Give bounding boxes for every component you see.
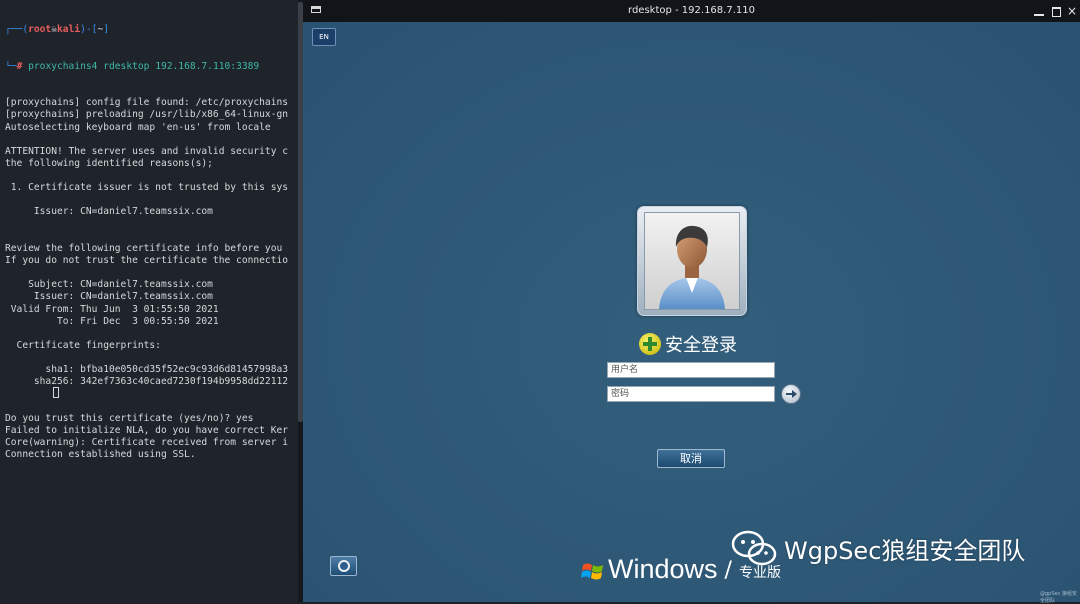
terminal-cursor: [53, 387, 59, 398]
submit-arrow-button[interactable]: [781, 384, 801, 404]
windows-wordmark: Windows: [608, 554, 718, 584]
ease-of-access-button[interactable]: [330, 556, 357, 576]
window-title: rdesktop - 192.168.7.110: [628, 5, 755, 16]
windows-logo-icon: [581, 563, 603, 580]
terminal-line: [proxychains] preloading /usr/lib/x86_64…: [5, 109, 289, 121]
terminal-line: Issuer: CN=daniel7.teamssix.com: [5, 206, 213, 218]
terminal-line: If you do not trust the certificate the …: [5, 255, 289, 267]
terminal-line: Subject: CN=daniel7.teamssix.com: [5, 279, 213, 291]
window-titlebar[interactable]: rdesktop - 192.168.7.110 ×: [303, 0, 1080, 22]
arrow-right-icon: [786, 390, 797, 398]
watermark: WgpSec狼组安全团队: [730, 528, 1025, 568]
terminal-line: To: Fri Dec 3 00:55:50 2021: [5, 315, 219, 327]
maximize-button[interactable]: [1050, 5, 1062, 17]
rdesktop-window[interactable]: rdesktop - 192.168.7.110 × EN 安全登录 用户名 取…: [303, 0, 1080, 602]
ease-of-access-icon: [338, 560, 350, 572]
terminal-command-line: └─# proxychains4 rdesktop 192.168.7.110:…: [5, 60, 260, 72]
terminal-line: ATTENTION! The server uses and invalid s…: [5, 145, 289, 157]
terminal-line: Issuer: CN=daniel7.teamssix.com: [5, 291, 213, 303]
terminal-line: [proxychains] config file found: /etc/pr…: [5, 97, 289, 109]
terminal-line: Core(warning): Certificate received from…: [5, 437, 289, 449]
terminal-line: Valid From: Thu Jun 3 01:55:50 2021: [5, 303, 219, 315]
close-button[interactable]: ×: [1066, 5, 1078, 17]
username-field[interactable]: [607, 362, 775, 378]
prompt-user: root: [28, 24, 52, 36]
terminal-line: Failed to initialize NLA, do you have co…: [5, 425, 289, 437]
plus-icon: [639, 333, 661, 355]
user-avatar-icon: [659, 225, 725, 309]
terminal-line: sha256: 342ef7363c40caed7230f194b9958dd2…: [5, 376, 289, 388]
password-field[interactable]: [607, 386, 775, 402]
minimize-button[interactable]: [1033, 5, 1045, 17]
terminal-body: [proxychains] config file found: /etc/pr…: [5, 97, 303, 461]
terminal-panel[interactable]: ┌──(root☠kali)-[~] └─# proxychains4 rdes…: [0, 0, 303, 602]
terminal-prompt-header: ┌──(root☠kali)-[~]: [5, 24, 109, 36]
terminal-line: Certificate fingerprints:: [5, 340, 161, 352]
wechat-icon: [731, 530, 777, 566]
terminal-line: the following identified reasons(s);: [5, 157, 213, 169]
secure-login-label: 安全登录: [665, 335, 737, 356]
terminal-command: proxychains4 rdesktop 192.168.7.110:3389: [28, 60, 260, 72]
terminal-line: Connection established using SSL.: [5, 449, 196, 461]
watermark-text: WgpSec狼组安全团队: [784, 536, 1026, 565]
terminal-line: Review the following certificate info be…: [5, 242, 283, 254]
terminal-line: Do you trust this certificate (yes/no)? …: [5, 412, 254, 424]
prompt-dir: ~: [97, 24, 104, 36]
secure-login-title: 安全登录: [639, 332, 737, 356]
windows-login-screen: EN 安全登录 用户名 取消 Windows / 专业版: [303, 22, 1080, 602]
avatar: [644, 212, 740, 310]
terminal-output: ┌──(root☠kali)-[~] └─# proxychains4 rdes…: [5, 0, 303, 486]
prompt-host: kali: [57, 24, 81, 36]
terminal-line: 1. Certificate issuer is not trusted by …: [5, 182, 289, 194]
terminal-line: Autoselecting keyboard map 'en-us' from …: [5, 121, 271, 133]
terminal-line: sha1: bfba10e050cd35f52ec9c93d6d81457998…: [5, 364, 289, 376]
language-indicator[interactable]: EN: [312, 28, 336, 46]
user-avatar-frame: [637, 206, 747, 316]
cancel-button[interactable]: 取消: [657, 449, 725, 468]
